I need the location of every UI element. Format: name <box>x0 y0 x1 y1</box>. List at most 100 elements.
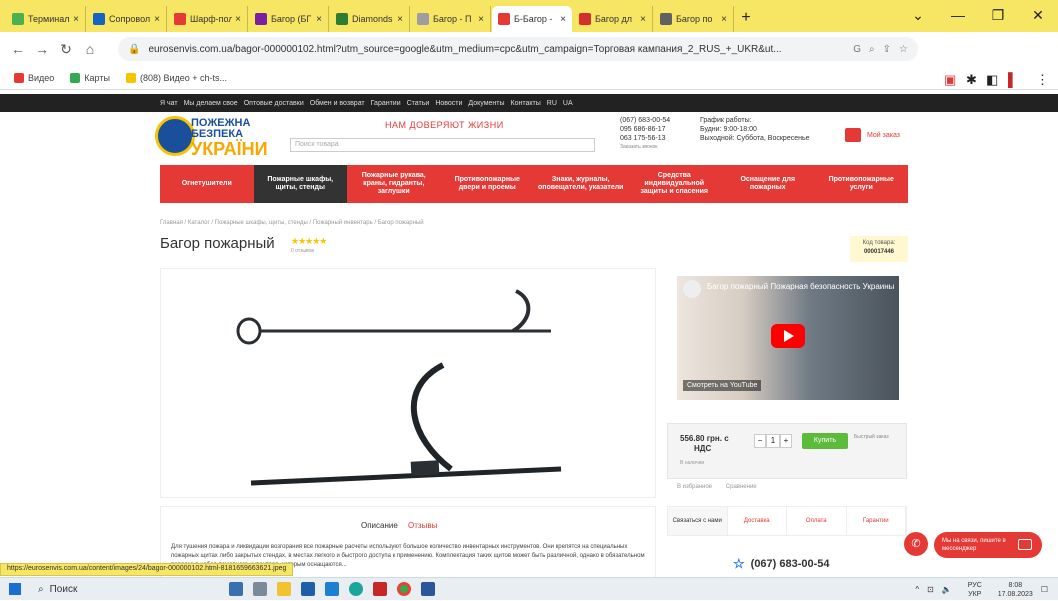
taskbar-app-2[interactable] <box>296 578 320 601</box>
contact-phone[interactable]: ☆ (067) 683-00-54 <box>733 556 830 572</box>
phone-1[interactable]: (067) 683-00-54 <box>620 116 670 125</box>
fast-order-link[interactable]: Быстрый заказ <box>854 434 889 441</box>
start-button[interactable] <box>0 578 30 601</box>
decrease-button[interactable]: − <box>754 434 766 448</box>
youtube-link[interactable]: Смотреть на YouTube <box>683 380 762 391</box>
top-nav-link[interactable]: Контакты <box>511 100 541 107</box>
increase-button[interactable]: + <box>780 434 792 448</box>
browser-tab[interactable]: Терминал × <box>6 6 86 32</box>
breadcrumb[interactable]: Главная / Каталог / Пожарные шкафы, щиты… <box>160 220 424 226</box>
callback-button[interactable]: ✆ <box>904 532 928 556</box>
category-menu-item[interactable]: Знаки, журналы, оповещатели, указатели <box>534 165 628 203</box>
phone-2[interactable]: 095 686-86-17 <box>620 125 670 134</box>
product-image[interactable] <box>160 268 656 498</box>
reviews-count[interactable]: 0 отзывов <box>291 248 314 254</box>
phone-3[interactable]: 063 175-56-13 <box>620 134 670 143</box>
category-menu-item[interactable]: Пожарные шкафы, щиты, стенды <box>253 165 347 203</box>
close-icon[interactable]: × <box>560 14 566 25</box>
taskbar-app-3[interactable] <box>320 578 344 601</box>
maximize-button[interactable]: ❐ <box>978 0 1018 30</box>
top-nav-link[interactable]: Документы <box>468 100 504 107</box>
new-tab-button[interactable]: + <box>735 6 757 32</box>
bookmark-maps[interactable]: Карты <box>70 72 110 83</box>
taskbar-app-word[interactable] <box>416 578 440 601</box>
chevron-down-icon[interactable]: ⌄ <box>898 0 938 30</box>
browser-tab[interactable]: Багор - П × <box>411 6 491 32</box>
url-field[interactable]: 🔒 eurosenvis.com.ua/bagor-000000102.html… <box>118 37 918 61</box>
notifications-icon[interactable]: ☐ <box>1041 585 1048 594</box>
bookmark-folder[interactable]: (808) Видео + ch-ts... <box>125 72 227 83</box>
tab-reviews[interactable]: Отзывы <box>408 521 437 530</box>
video-title[interactable]: Багор пожарный Пожарная безопасность Укр… <box>707 282 894 291</box>
close-icon[interactable]: × <box>316 14 322 25</box>
taskbar-app-store[interactable] <box>224 578 248 601</box>
taskbar-app-chrome[interactable] <box>392 578 416 601</box>
tab-contact[interactable]: Связаться с нами <box>668 507 728 535</box>
category-menu-item[interactable]: Средства индивидуальной защиты и спасени… <box>628 165 722 203</box>
bookmark-star-icon[interactable]: ☆ <box>899 44 908 55</box>
close-icon[interactable]: × <box>478 14 484 25</box>
back-button[interactable]: ← <box>6 41 30 57</box>
reload-button[interactable]: ↻ <box>54 41 78 58</box>
product-video[interactable]: Багор пожарный Пожарная безопасность Укр… <box>677 276 899 400</box>
tab-payment[interactable]: Оплата <box>787 507 847 535</box>
browser-tab[interactable]: Сопровол × <box>87 6 167 32</box>
top-nav-link[interactable]: UA <box>563 100 573 107</box>
channel-avatar[interactable] <box>683 280 701 298</box>
browser-tab[interactable]: Diamonds × <box>330 6 410 32</box>
close-icon[interactable]: × <box>235 14 241 25</box>
clock[interactable]: 8:08 17.08.2023 <box>990 581 1033 599</box>
share-icon[interactable]: ⇪ <box>883 44 891 55</box>
compare-link[interactable]: Сравнение <box>726 484 757 490</box>
top-nav-link[interactable]: Новости <box>435 100 462 107</box>
tab-delivery[interactable]: Доставка <box>728 507 787 535</box>
translate-icon[interactable]: G <box>853 44 861 55</box>
volume-icon[interactable]: 🔈 <box>942 585 952 594</box>
close-icon[interactable]: × <box>73 14 79 25</box>
network-icon[interactable]: ⊡ <box>927 585 934 594</box>
taskbar-app-acrobat[interactable] <box>368 578 392 601</box>
taskbar-app-explorer[interactable] <box>272 578 296 601</box>
taskbar-search[interactable]: ⌕ Поиск <box>30 578 180 601</box>
site-search-input[interactable]: Поиск товара <box>290 138 595 152</box>
home-button[interactable]: ⌂ <box>78 41 102 57</box>
site-logo[interactable]: ПОЖЕЖНА БЕЗПЕКА УКРАЇНИ <box>155 116 268 160</box>
top-nav-link[interactable]: Я чат <box>160 100 178 107</box>
close-icon[interactable]: × <box>397 14 403 25</box>
callback-link[interactable]: Заказать звонок <box>620 143 670 152</box>
close-button[interactable]: ✕ <box>1018 0 1058 30</box>
top-nav-link[interactable]: Статьи <box>407 100 430 107</box>
zoom-icon[interactable]: ⌕ <box>869 44 875 55</box>
play-icon[interactable] <box>771 324 805 348</box>
category-menu-item[interactable]: Противопожарные двери и проемы <box>441 165 535 203</box>
category-menu-item[interactable]: Оснащение для пожарных <box>721 165 815 203</box>
rating-stars[interactable]: ★★★★★ <box>291 236 327 247</box>
taskbar-app-task-view[interactable] <box>248 578 272 601</box>
top-nav-link[interactable]: RU <box>547 100 557 107</box>
browser-tab[interactable]: Багор (БГ × <box>249 6 329 32</box>
favorite-link[interactable]: В избранное <box>677 484 712 490</box>
tab-description[interactable]: Описание <box>361 521 398 530</box>
top-nav-link[interactable]: Обмен и возврат <box>310 100 365 107</box>
top-nav-link[interactable]: Гарантии <box>371 100 401 107</box>
top-nav-link[interactable]: Оптовые доставки <box>244 100 304 107</box>
language-indicator[interactable]: РУС УКР <box>960 581 982 599</box>
browser-tab[interactable]: Шарф-пол × <box>168 6 248 32</box>
taskbar-app-edge[interactable] <box>344 578 368 601</box>
forward-button[interactable]: → <box>30 41 54 57</box>
cart-button[interactable]: Мой заказ <box>845 128 900 142</box>
close-icon[interactable]: × <box>154 14 160 25</box>
minimize-button[interactable]: — <box>938 0 978 30</box>
bookmark-video[interactable]: Видео <box>14 72 54 83</box>
quantity-input[interactable]: 1 <box>766 434 780 448</box>
close-icon[interactable]: × <box>640 14 646 25</box>
close-icon[interactable]: × <box>721 14 727 25</box>
browser-tab[interactable]: Багор по × <box>654 6 734 32</box>
chevron-up-icon[interactable]: ^ <box>915 585 919 594</box>
browser-tab[interactable]: Багор дл × <box>573 6 653 32</box>
tab-warranty[interactable]: Гарантии <box>847 507 906 535</box>
category-menu-item[interactable]: Пожарные рукава, краны, гидранты, заглуш… <box>347 165 441 203</box>
buy-button[interactable]: Купить <box>802 433 848 449</box>
category-menu-item[interactable]: Огнетушители <box>160 165 254 203</box>
category-menu-item[interactable]: Противопожарные услуги <box>815 165 909 203</box>
